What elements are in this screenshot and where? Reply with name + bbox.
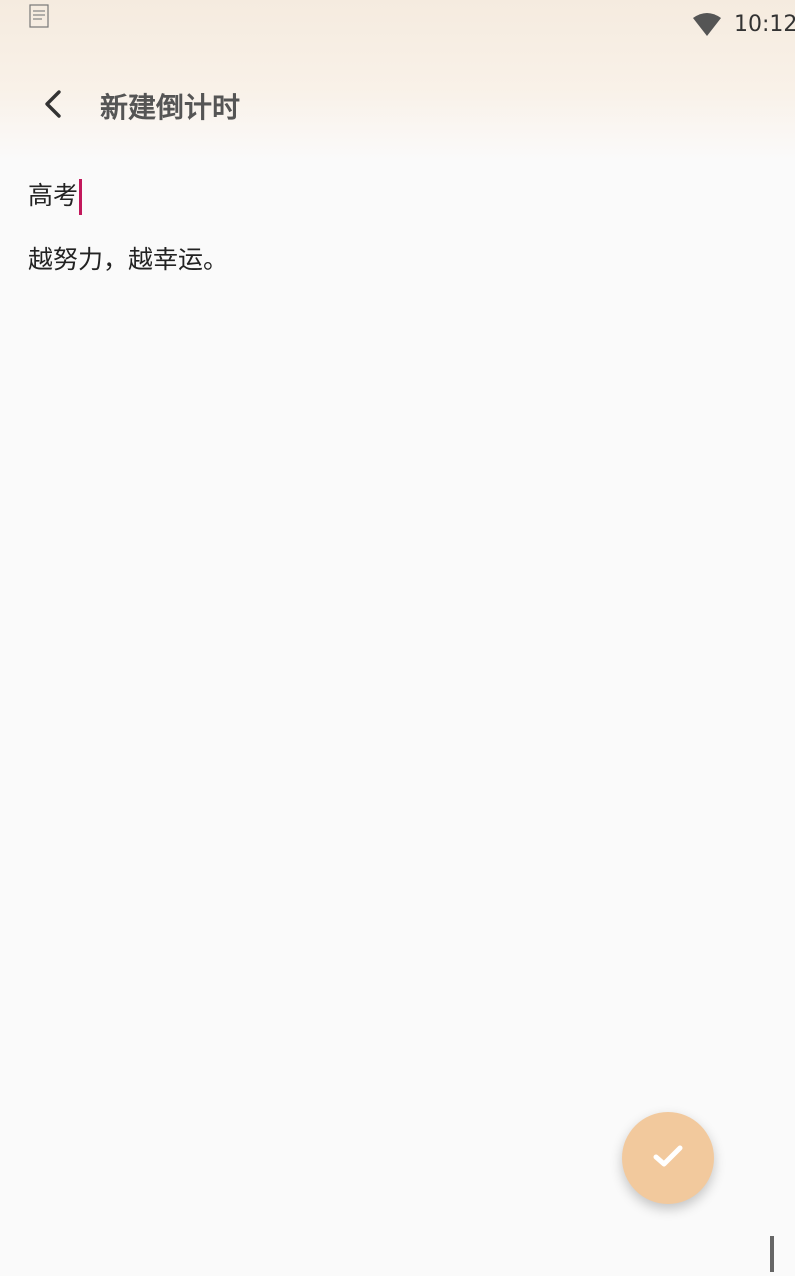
- notification-icon: [28, 4, 50, 28]
- text-cursor: [79, 178, 83, 215]
- check-icon: [653, 1143, 683, 1173]
- status-bar: 10:12: [0, 0, 795, 52]
- back-arrow-icon: [42, 89, 66, 123]
- status-time: 10:12: [734, 12, 795, 37]
- countdown-title-value: 高考: [28, 181, 79, 210]
- toolbar: 新建倒计时: [0, 70, 795, 136]
- page-title: 新建倒计时: [100, 91, 241, 124]
- wifi-icon: [692, 12, 722, 38]
- countdown-title-input[interactable]: 高考: [28, 172, 768, 220]
- countdown-form: 高考 越努力，越幸运。: [28, 172, 768, 278]
- scroll-handle[interactable]: [767, 1236, 777, 1272]
- countdown-note-input[interactable]: 越努力，越幸运。: [28, 242, 768, 278]
- back-button[interactable]: [30, 82, 78, 130]
- confirm-button[interactable]: [622, 1112, 714, 1204]
